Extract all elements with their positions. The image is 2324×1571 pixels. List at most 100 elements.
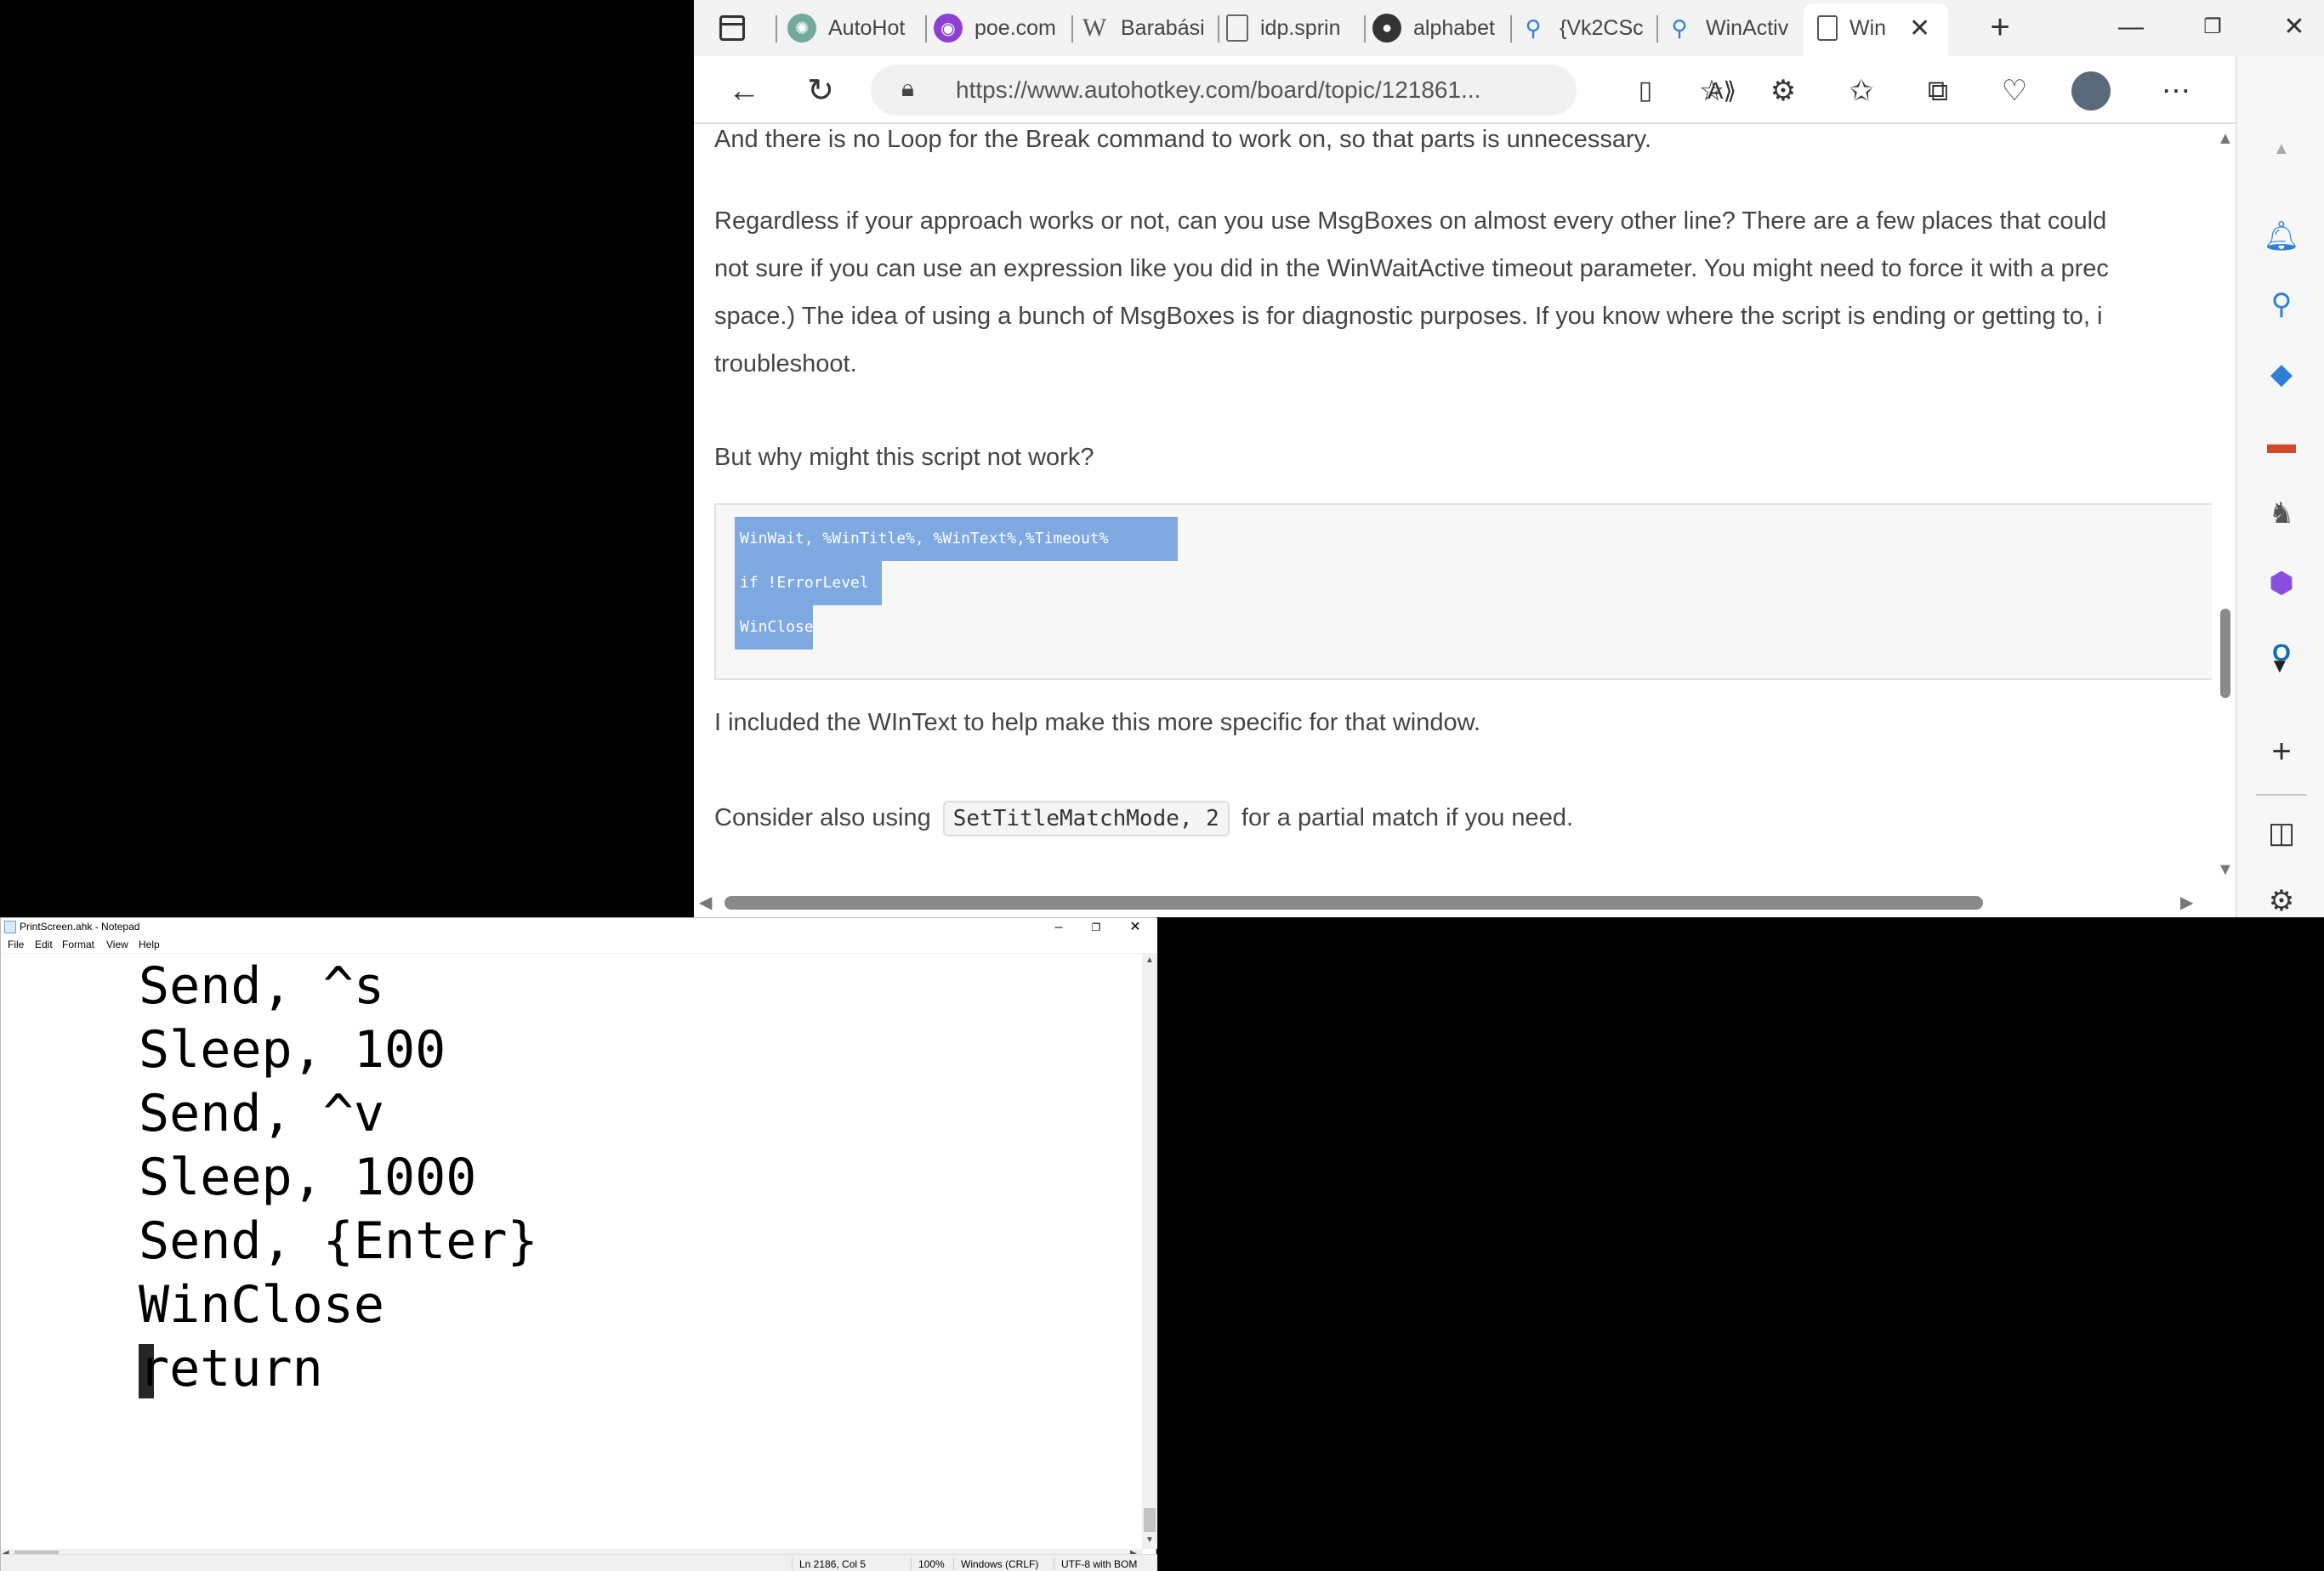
reader-view-icon[interactable]: ▯ bbox=[1626, 71, 1665, 111]
text-line: Sleep, 100 bbox=[139, 1020, 446, 1080]
tab-winactivate[interactable]: ⚲ WinActiv bbox=[1665, 7, 1801, 49]
status-line-ending: Windows (CRLF) bbox=[953, 1558, 1038, 1570]
sidebar-divider bbox=[2256, 794, 2307, 796]
tab-strip: ✺ AutoHot ◉ poe.com W Barabási idp.sprin… bbox=[694, 0, 2324, 56]
tab-separator bbox=[1510, 15, 1512, 43]
notepad-status-bar: Ln 2186, Col 5 100% Windows (CRLF) UTF-8… bbox=[1, 1554, 1157, 1571]
favorite-star-icon[interactable]: ☆ bbox=[1692, 71, 1731, 111]
browser-essentials-icon[interactable]: ♡ bbox=[1995, 71, 2034, 111]
tab-separator bbox=[1656, 15, 1658, 43]
post-text-line: troubleshoot. bbox=[714, 350, 857, 377]
text-cursor bbox=[139, 1344, 154, 1398]
code-line-selected: WinWait, %WinTitle%, %WinText%,%Timeout% bbox=[735, 517, 1178, 561]
text-line: Sleep, 1000 bbox=[139, 1148, 477, 1207]
tab-label: Win bbox=[1850, 15, 1887, 40]
shopping-tag-icon[interactable]: ◆ bbox=[2258, 350, 2305, 398]
notifications-bell-icon[interactable]: 🔔︎ bbox=[2258, 213, 2305, 260]
extensions-icon[interactable]: ⚙ bbox=[1764, 71, 1803, 111]
search-icon[interactable]: ⚲ bbox=[2258, 281, 2305, 328]
edge-sidebar: ▲ 🔔︎ ⚲ ◆ ▬ ♞ ⬢ O ▼ + ◫ ⚙ bbox=[2236, 56, 2324, 917]
notepad-text-area[interactable]: Send, ^s Sleep, 100 Send, ^v Sleep, 1000… bbox=[1, 954, 1142, 1549]
text-line: Send, ^v bbox=[139, 1084, 384, 1143]
tab-separator bbox=[1364, 15, 1366, 43]
github-icon: ● bbox=[1372, 14, 1401, 43]
tab-label: poe.com bbox=[974, 15, 1056, 40]
tab-vk2csc[interactable]: ⚲ {Vk2CSc bbox=[1519, 7, 1655, 49]
page-blocked-icon bbox=[1226, 14, 1248, 42]
inline-code: SetTitleMatchMode, 2 bbox=[942, 801, 1230, 837]
notepad-vertical-scrollbar[interactable]: ▲ ▼ bbox=[1142, 954, 1157, 1549]
page-horizontal-scrollbar[interactable]: ◀ ▶ bbox=[694, 885, 2236, 917]
tab-label: WinActiv bbox=[1706, 15, 1789, 40]
post-text: Consider also using bbox=[714, 804, 931, 831]
new-tab-button[interactable]: + bbox=[1975, 10, 2026, 44]
tab-label: Barabási bbox=[1121, 15, 1205, 40]
post-text-line: Regardless if your approach works or not… bbox=[714, 207, 2107, 235]
menu-view[interactable]: View bbox=[106, 939, 128, 950]
poe-icon: ◉ bbox=[934, 14, 963, 43]
back-button[interactable]: ← bbox=[724, 71, 764, 111]
maximize-button[interactable]: ❐ bbox=[1079, 918, 1113, 937]
collections-icon[interactable]: ⧉ bbox=[1918, 71, 1958, 111]
notepad-app-icon bbox=[4, 921, 16, 933]
close-window-button[interactable]: ✕ bbox=[2269, 10, 2320, 44]
text-line: Send, ^s bbox=[139, 956, 384, 1016]
edge-browser-window: ✺ AutoHot ◉ poe.com W Barabási idp.sprin… bbox=[694, 0, 2324, 917]
url-text: https://www.autohotkey.com/board/topic/1… bbox=[956, 77, 1481, 103]
minimize-button[interactable]: – bbox=[1042, 918, 1076, 937]
scroll-down-arrow-icon[interactable]: ▼ bbox=[1145, 1535, 1154, 1545]
code-block[interactable]: WinWait, %WinTitle%, %WinText%,%Timeout%… bbox=[714, 503, 2212, 680]
scroll-left-arrow-icon[interactable]: ◀ bbox=[699, 892, 712, 913]
tab-label: alphabet bbox=[1413, 15, 1495, 40]
refresh-button[interactable]: ↻ bbox=[801, 71, 840, 111]
scroll-thumb[interactable] bbox=[724, 896, 1983, 910]
menu-edit[interactable]: Edit bbox=[35, 939, 53, 950]
sidebar-more-chevron-icon[interactable]: ▼ bbox=[2270, 655, 2290, 678]
close-button[interactable]: ✕ bbox=[1118, 918, 1152, 937]
tab-poe[interactable]: ◉ poe.com bbox=[934, 7, 1070, 49]
lock-icon: 🔒︎ bbox=[901, 75, 914, 101]
code-line-selected: WinClose bbox=[735, 605, 814, 649]
microsoft-365-icon[interactable]: ⬢ bbox=[2258, 559, 2305, 607]
scroll-thumb[interactable] bbox=[1144, 1508, 1156, 1532]
tab-autohot[interactable]: ✺ AutoHot bbox=[787, 7, 923, 49]
menu-file[interactable]: File bbox=[8, 939, 24, 950]
scroll-thumb[interactable] bbox=[2220, 609, 2230, 698]
post-text: for a partial match if you need. bbox=[1241, 804, 1574, 831]
chatgpt-icon: ✺ bbox=[787, 14, 816, 43]
tab-github-alphabet[interactable]: ● alphabet bbox=[1372, 7, 1509, 49]
tools-briefcase-icon[interactable]: ▬ bbox=[2258, 420, 2305, 468]
tab-active-win[interactable]: Win ✕ bbox=[1804, 3, 1948, 56]
notepad-menu-bar: File Edit Format View Help bbox=[1, 937, 1157, 954]
text-line: WinClose bbox=[139, 1275, 384, 1335]
tab-actions-button[interactable] bbox=[719, 7, 745, 49]
status-zoom: 100% bbox=[911, 1558, 945, 1570]
games-chess-icon[interactable]: ♞ bbox=[2258, 490, 2305, 537]
settings-gear-icon[interactable]: ⚙ bbox=[2258, 877, 2305, 925]
address-bar-row: ← ↻ 🔒︎ https://www.autohotkey.com/board/… bbox=[694, 56, 2324, 124]
url-box[interactable]: 🔒︎ https://www.autohotkey.com/board/topi… bbox=[871, 65, 1577, 116]
minimize-button[interactable]: — bbox=[2105, 10, 2156, 44]
notepad-title-bar: PrintScreen.ahk - Notepad – ❐ ✕ bbox=[1, 918, 1157, 937]
page-vertical-scrollbar[interactable]: ▲ ▼ bbox=[2212, 124, 2236, 885]
menu-help[interactable]: Help bbox=[139, 939, 160, 950]
favorites-icon[interactable]: ✩ bbox=[1842, 71, 1881, 111]
scroll-up-arrow-icon[interactable]: ▲ bbox=[2217, 129, 2234, 149]
text-line: return bbox=[139, 1339, 323, 1398]
hide-sidebar-icon[interactable]: ◫ bbox=[2258, 809, 2305, 857]
sidebar-scroll-up-icon[interactable]: ▲ bbox=[2273, 139, 2290, 159]
more-options-icon[interactable]: ⋯ bbox=[2156, 71, 2196, 111]
scroll-right-arrow-icon[interactable]: ▶ bbox=[2180, 892, 2193, 913]
menu-format[interactable]: Format bbox=[62, 939, 94, 950]
window-title: PrintScreen.ahk - Notepad bbox=[20, 921, 140, 933]
post-text-line: But why might this script not work? bbox=[714, 444, 1094, 471]
add-sidebar-app-icon[interactable]: + bbox=[2258, 728, 2305, 775]
scroll-down-arrow-icon[interactable]: ▼ bbox=[2217, 860, 2234, 880]
scroll-up-arrow-icon[interactable]: ▲ bbox=[1145, 956, 1154, 965]
post-text-line: I included the WInText to help make this… bbox=[714, 709, 1481, 736]
close-tab-icon[interactable]: ✕ bbox=[1909, 14, 1930, 43]
profile-avatar[interactable] bbox=[2071, 71, 2111, 111]
tab-barabasi[interactable]: W Barabási bbox=[1080, 7, 1216, 49]
tab-idp-spring[interactable]: idp.sprin bbox=[1226, 7, 1362, 49]
restore-button[interactable]: ❐ bbox=[2187, 10, 2238, 44]
